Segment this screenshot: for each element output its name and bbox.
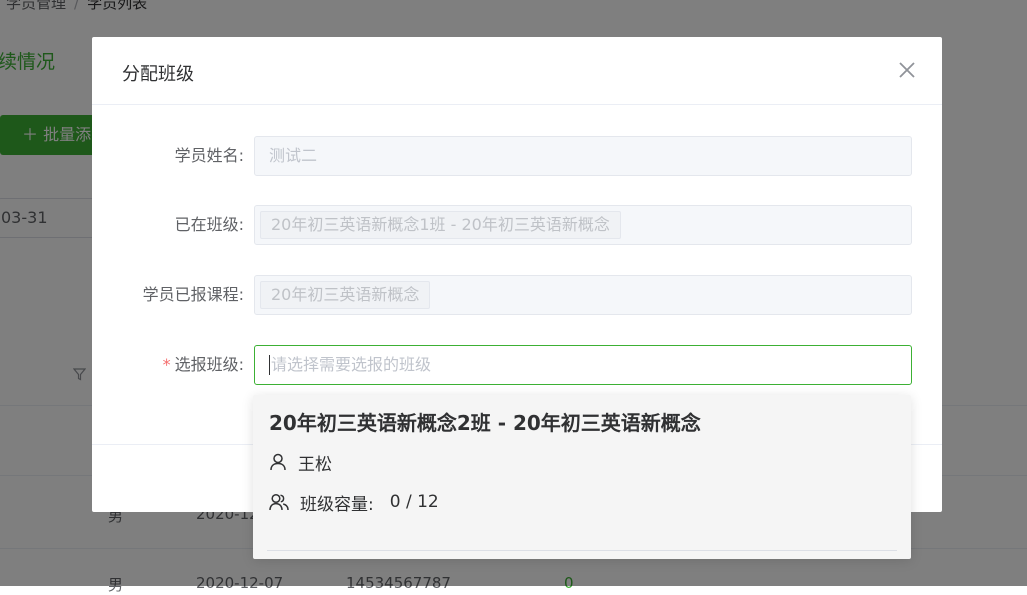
option-teacher-name: 王松 bbox=[298, 454, 332, 475]
text-caret bbox=[269, 355, 270, 375]
close-icon bbox=[899, 62, 915, 78]
select-class-label-text: 选报班级: bbox=[174, 355, 244, 374]
option-capacity-value: 0 / 12 bbox=[389, 492, 439, 512]
enrolled-course-field: 20年初三英语新概念 bbox=[254, 275, 912, 315]
class-select-dropdown: 20年初三英语新概念2班 - 20年初三英语新概念 王松 班级容量: 0 / 1… bbox=[253, 395, 911, 559]
user-icon bbox=[270, 453, 286, 471]
option-capacity-label: 班级容量: bbox=[300, 494, 374, 515]
current-class-field: 20年初三英语新概念1班 - 20年初三英语新概念 bbox=[254, 205, 912, 245]
option-teacher: 王松 bbox=[269, 447, 332, 477]
student-name-label: 学员姓名: bbox=[174, 146, 244, 165]
enrolled-course-tag: 20年初三英语新概念 bbox=[260, 281, 431, 309]
enrolled-course-row: 学员已报课程: 20年初三英语新概念 bbox=[92, 275, 942, 315]
dropdown-divider bbox=[267, 550, 897, 551]
select-class-row: * 选报班级: 请选择需要选报的班级 bbox=[92, 345, 942, 385]
current-class-row: 已在班级: 20年初三英语新概念1班 - 20年初三英语新概念 bbox=[92, 205, 942, 245]
select-class-input[interactable]: 请选择需要选报的班级 bbox=[254, 345, 912, 385]
dialog-header: 分配班级 bbox=[92, 37, 942, 105]
users-icon bbox=[269, 493, 289, 511]
option-class-title[interactable]: 20年初三英语新概念2班 - 20年初三英语新概念 bbox=[269, 407, 701, 436]
dialog-title: 分配班级 bbox=[122, 64, 194, 85]
enrolled-course-label: 学员已报课程: bbox=[142, 285, 244, 304]
select-class-placeholder: 请选择需要选报的班级 bbox=[271, 355, 432, 374]
student-name-row: 学员姓名: 测试二 bbox=[92, 136, 942, 176]
close-button[interactable] bbox=[898, 61, 916, 79]
current-class-tag: 20年初三英语新概念1班 - 20年初三英语新概念 bbox=[260, 211, 621, 239]
student-name-value: 测试二 bbox=[269, 146, 318, 165]
option-capacity: 班级容量: 0 / 12 bbox=[269, 487, 439, 517]
current-class-label: 已在班级: bbox=[174, 215, 244, 234]
student-name-field: 测试二 bbox=[254, 136, 912, 176]
required-mark: * bbox=[162, 355, 171, 374]
select-class-label: * 选报班级: bbox=[163, 345, 244, 385]
